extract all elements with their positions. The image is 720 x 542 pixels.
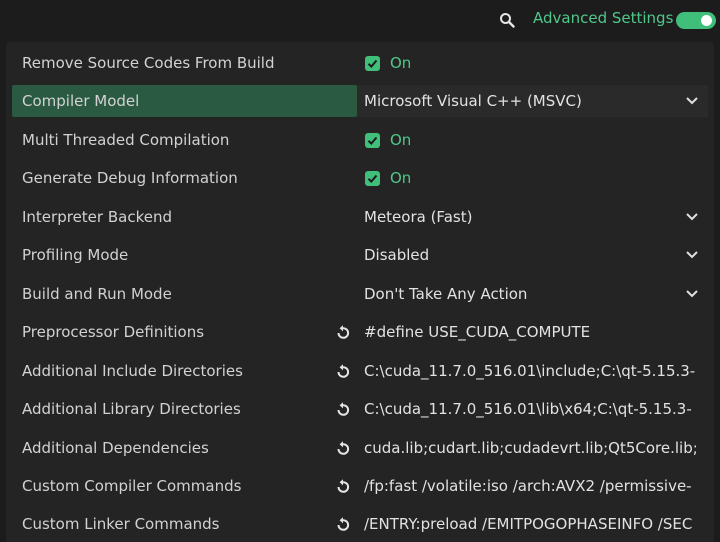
reset-icon[interactable] xyxy=(334,324,352,342)
setting-row-build-run-mode[interactable]: Build and Run Mode Don't Take Any Action xyxy=(12,278,708,310)
setting-row-linker-commands[interactable]: Custom Linker Commands /ENTRY:preload /E… xyxy=(12,508,708,540)
check-icon xyxy=(367,136,378,145)
check-icon xyxy=(367,59,378,68)
reset-icon[interactable] xyxy=(334,363,352,381)
setting-label: Remove Source Codes From Build xyxy=(22,54,275,72)
search-button[interactable] xyxy=(492,4,522,36)
setting-label: Build and Run Mode xyxy=(22,285,172,303)
setting-row-profiling-mode[interactable]: Profiling Mode Disabled xyxy=(12,239,708,271)
setting-checkbox[interactable] xyxy=(365,56,380,71)
setting-value: On xyxy=(390,54,412,72)
reset-icon[interactable] xyxy=(334,440,352,458)
setting-label: Custom Compiler Commands xyxy=(22,477,242,495)
setting-value[interactable]: cuda.lib;cudart.lib;cudadevrt.lib;Qt5Cor… xyxy=(364,432,696,464)
setting-value: On xyxy=(390,131,412,149)
chevron-down-icon[interactable] xyxy=(685,95,699,107)
setting-value[interactable]: #define USE_CUDA_COMPUTE xyxy=(364,316,696,348)
setting-value[interactable]: Disabled xyxy=(364,239,696,271)
setting-label: Multi Threaded Compilation xyxy=(22,131,230,149)
setting-row-preprocessor-definitions[interactable]: Preprocessor Definitions #define USE_CUD… xyxy=(12,316,708,348)
search-icon xyxy=(500,13,515,28)
setting-row-additional-dependencies[interactable]: Additional Dependencies cuda.lib;cudart.… xyxy=(12,432,708,464)
setting-label: Interpreter Backend xyxy=(22,208,172,226)
setting-value[interactable]: C:\cuda_11.7.0_516.01\lib\x64;C:\qt-5.15… xyxy=(364,393,696,425)
advanced-settings-label[interactable]: Advanced Settings xyxy=(533,9,673,27)
setting-label: Additional Include Directories xyxy=(22,362,243,380)
setting-checkbox[interactable] xyxy=(365,133,380,148)
setting-value: On xyxy=(390,169,412,187)
setting-label: Additional Library Directories xyxy=(22,400,241,418)
setting-value[interactable]: Don't Take Any Action xyxy=(364,278,696,310)
toggle-knob xyxy=(701,15,712,26)
chevron-down-icon[interactable] xyxy=(685,249,699,261)
setting-value: Microsoft Visual C++ (MSVC) xyxy=(364,92,582,110)
setting-label: Compiler Model xyxy=(22,92,140,110)
setting-value[interactable]: C:\cuda_11.7.0_516.01\include;C:\qt-5.15… xyxy=(364,355,696,387)
setting-value[interactable]: /ENTRY:preload /EMITPOGOPHASEINFO /SEC xyxy=(364,508,696,540)
setting-label: Additional Dependencies xyxy=(22,439,209,457)
reset-icon[interactable] xyxy=(334,478,352,496)
check-icon xyxy=(367,174,378,183)
setting-row-include-directories[interactable]: Additional Include Directories C:\cuda_1… xyxy=(12,355,708,387)
setting-row-remove-source-codes[interactable]: Remove Source Codes From Build On xyxy=(12,47,708,79)
reset-icon[interactable] xyxy=(334,516,352,534)
chevron-down-icon[interactable] xyxy=(685,211,699,223)
setting-row-compiler-commands[interactable]: Custom Compiler Commands /fp:fast /volat… xyxy=(12,470,708,502)
top-toolbar: Advanced Settings xyxy=(0,0,720,40)
setting-value[interactable]: Meteora (Fast) xyxy=(364,201,696,233)
setting-label: Profiling Mode xyxy=(22,246,129,264)
setting-row-interpreter-backend[interactable]: Interpreter Backend Meteora (Fast) xyxy=(12,201,708,233)
reset-icon[interactable] xyxy=(334,401,352,419)
settings-panel: Remove Source Codes From Build On Compil… xyxy=(6,42,714,542)
setting-label: Custom Linker Commands xyxy=(22,515,220,533)
setting-row-compiler-model[interactable]: Compiler Model Microsoft Visual C++ (MSV… xyxy=(12,85,708,117)
setting-row-multi-threaded[interactable]: Multi Threaded Compilation On xyxy=(12,124,708,156)
setting-row-debug-info[interactable]: Generate Debug Information On xyxy=(12,162,708,194)
setting-checkbox[interactable] xyxy=(365,171,380,186)
setting-label: Generate Debug Information xyxy=(22,169,238,187)
setting-row-library-directories[interactable]: Additional Library Directories C:\cuda_1… xyxy=(12,393,708,425)
chevron-down-icon[interactable] xyxy=(685,288,699,300)
advanced-settings-toggle[interactable] xyxy=(676,12,716,29)
setting-value[interactable]: /fp:fast /volatile:iso /arch:AVX2 /permi… xyxy=(364,470,696,502)
setting-label: Preprocessor Definitions xyxy=(22,323,205,341)
